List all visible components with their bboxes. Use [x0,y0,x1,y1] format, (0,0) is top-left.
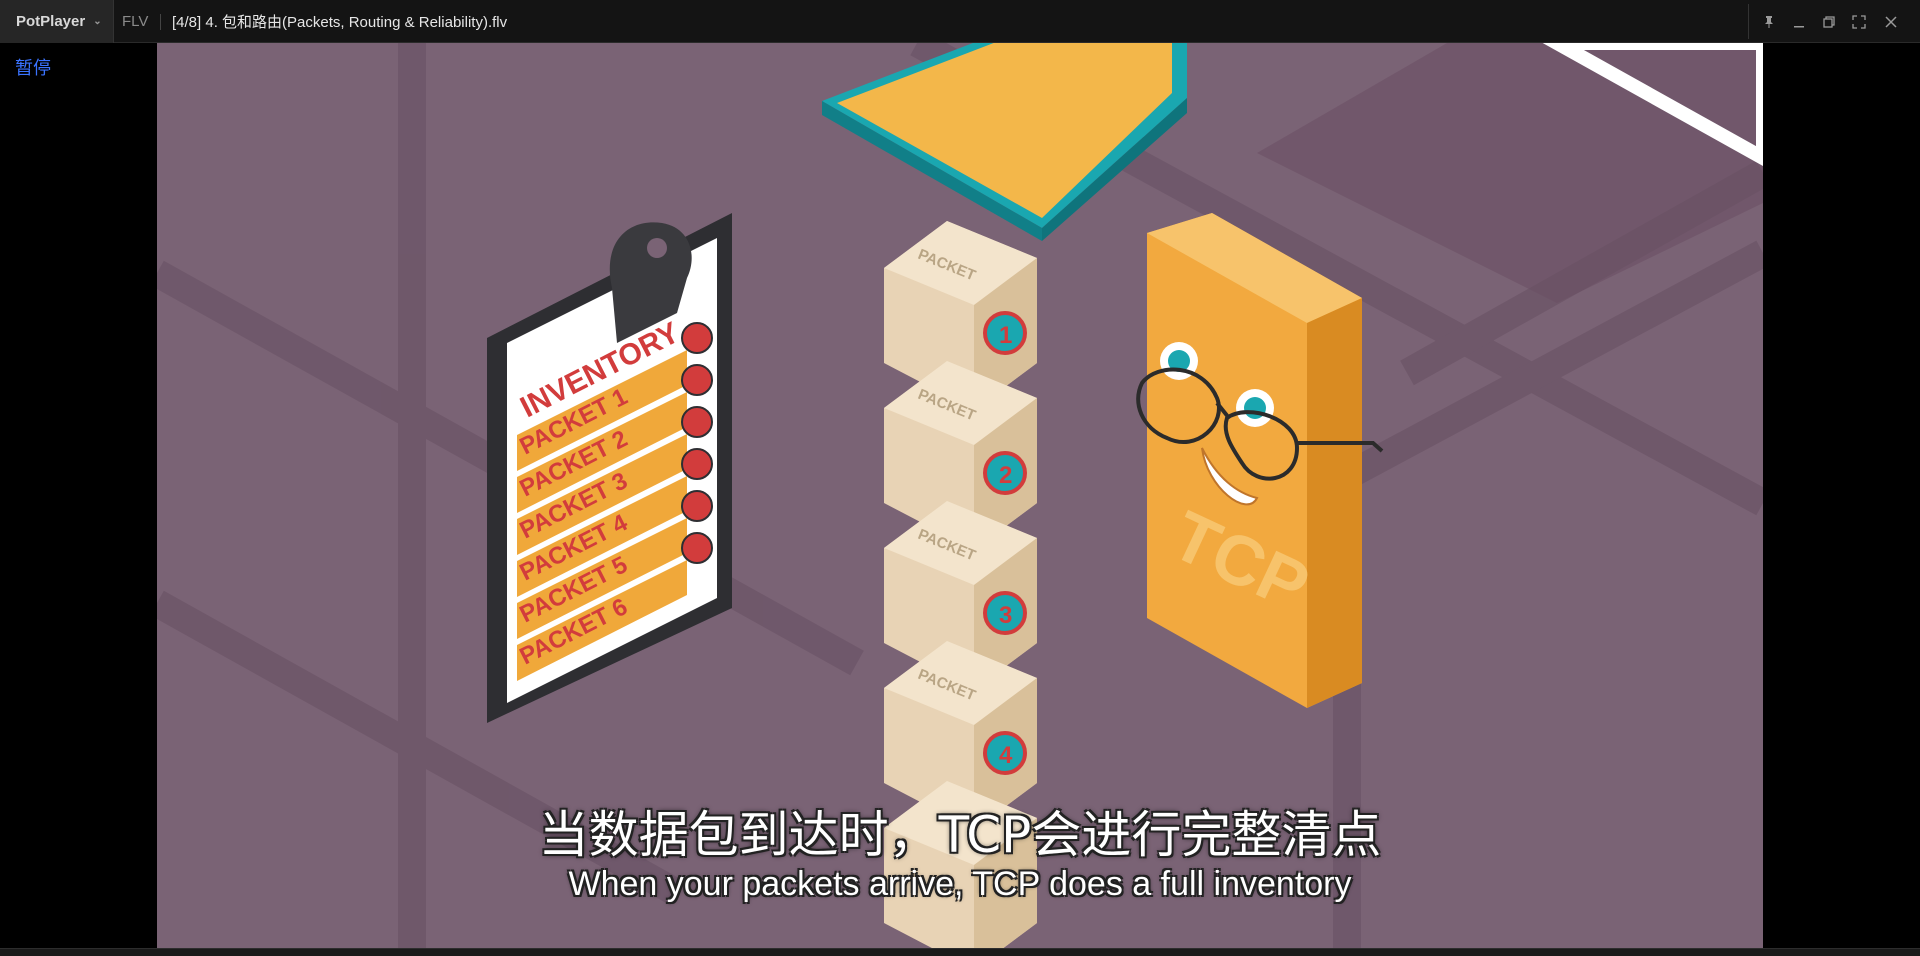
subtitle-english: When your packets arrive, TCP does a ful… [568,865,1352,903]
format-label: FLV [122,13,149,30]
subtitle-chinese: 当数据包到达时，TCP会进行完整清点 [538,806,1382,864]
laptop [822,43,1187,241]
divider [160,14,161,30]
pin-icon[interactable] [1755,0,1783,43]
seek-bar-strip[interactable] [0,948,1920,956]
box-number: 1 [999,322,1012,349]
close-icon[interactable] [1877,0,1905,43]
app-name: PotPlayer [16,13,86,30]
box-number: 4 [999,742,1013,769]
window-title: [4/8] 4. 包和路由(Packets, Routing & Reliabi… [172,14,508,31]
fullscreen-icon[interactable] [1845,0,1873,43]
divider [1748,4,1749,39]
clipboard: INVENTORY PACKET 1 PACKET 2 PACKET 3 PAC… [487,213,732,723]
app-menu-button[interactable]: PotPlayer ⌄ [0,0,114,43]
box-number: 2 [999,462,1012,489]
restore-icon[interactable] [1815,0,1843,43]
title-bar: PotPlayer ⌄ FLV [4/8] 4. 包和路由(Packets, R… [0,0,1920,43]
video-frame[interactable]: INVENTORY PACKET 1 PACKET 2 PACKET 3 PAC… [157,43,1763,948]
chevron-down-icon: ⌄ [93,16,102,27]
minimize-icon[interactable] [1785,0,1813,43]
box-number: 3 [999,602,1012,629]
playback-status: 暂停 [15,58,51,79]
